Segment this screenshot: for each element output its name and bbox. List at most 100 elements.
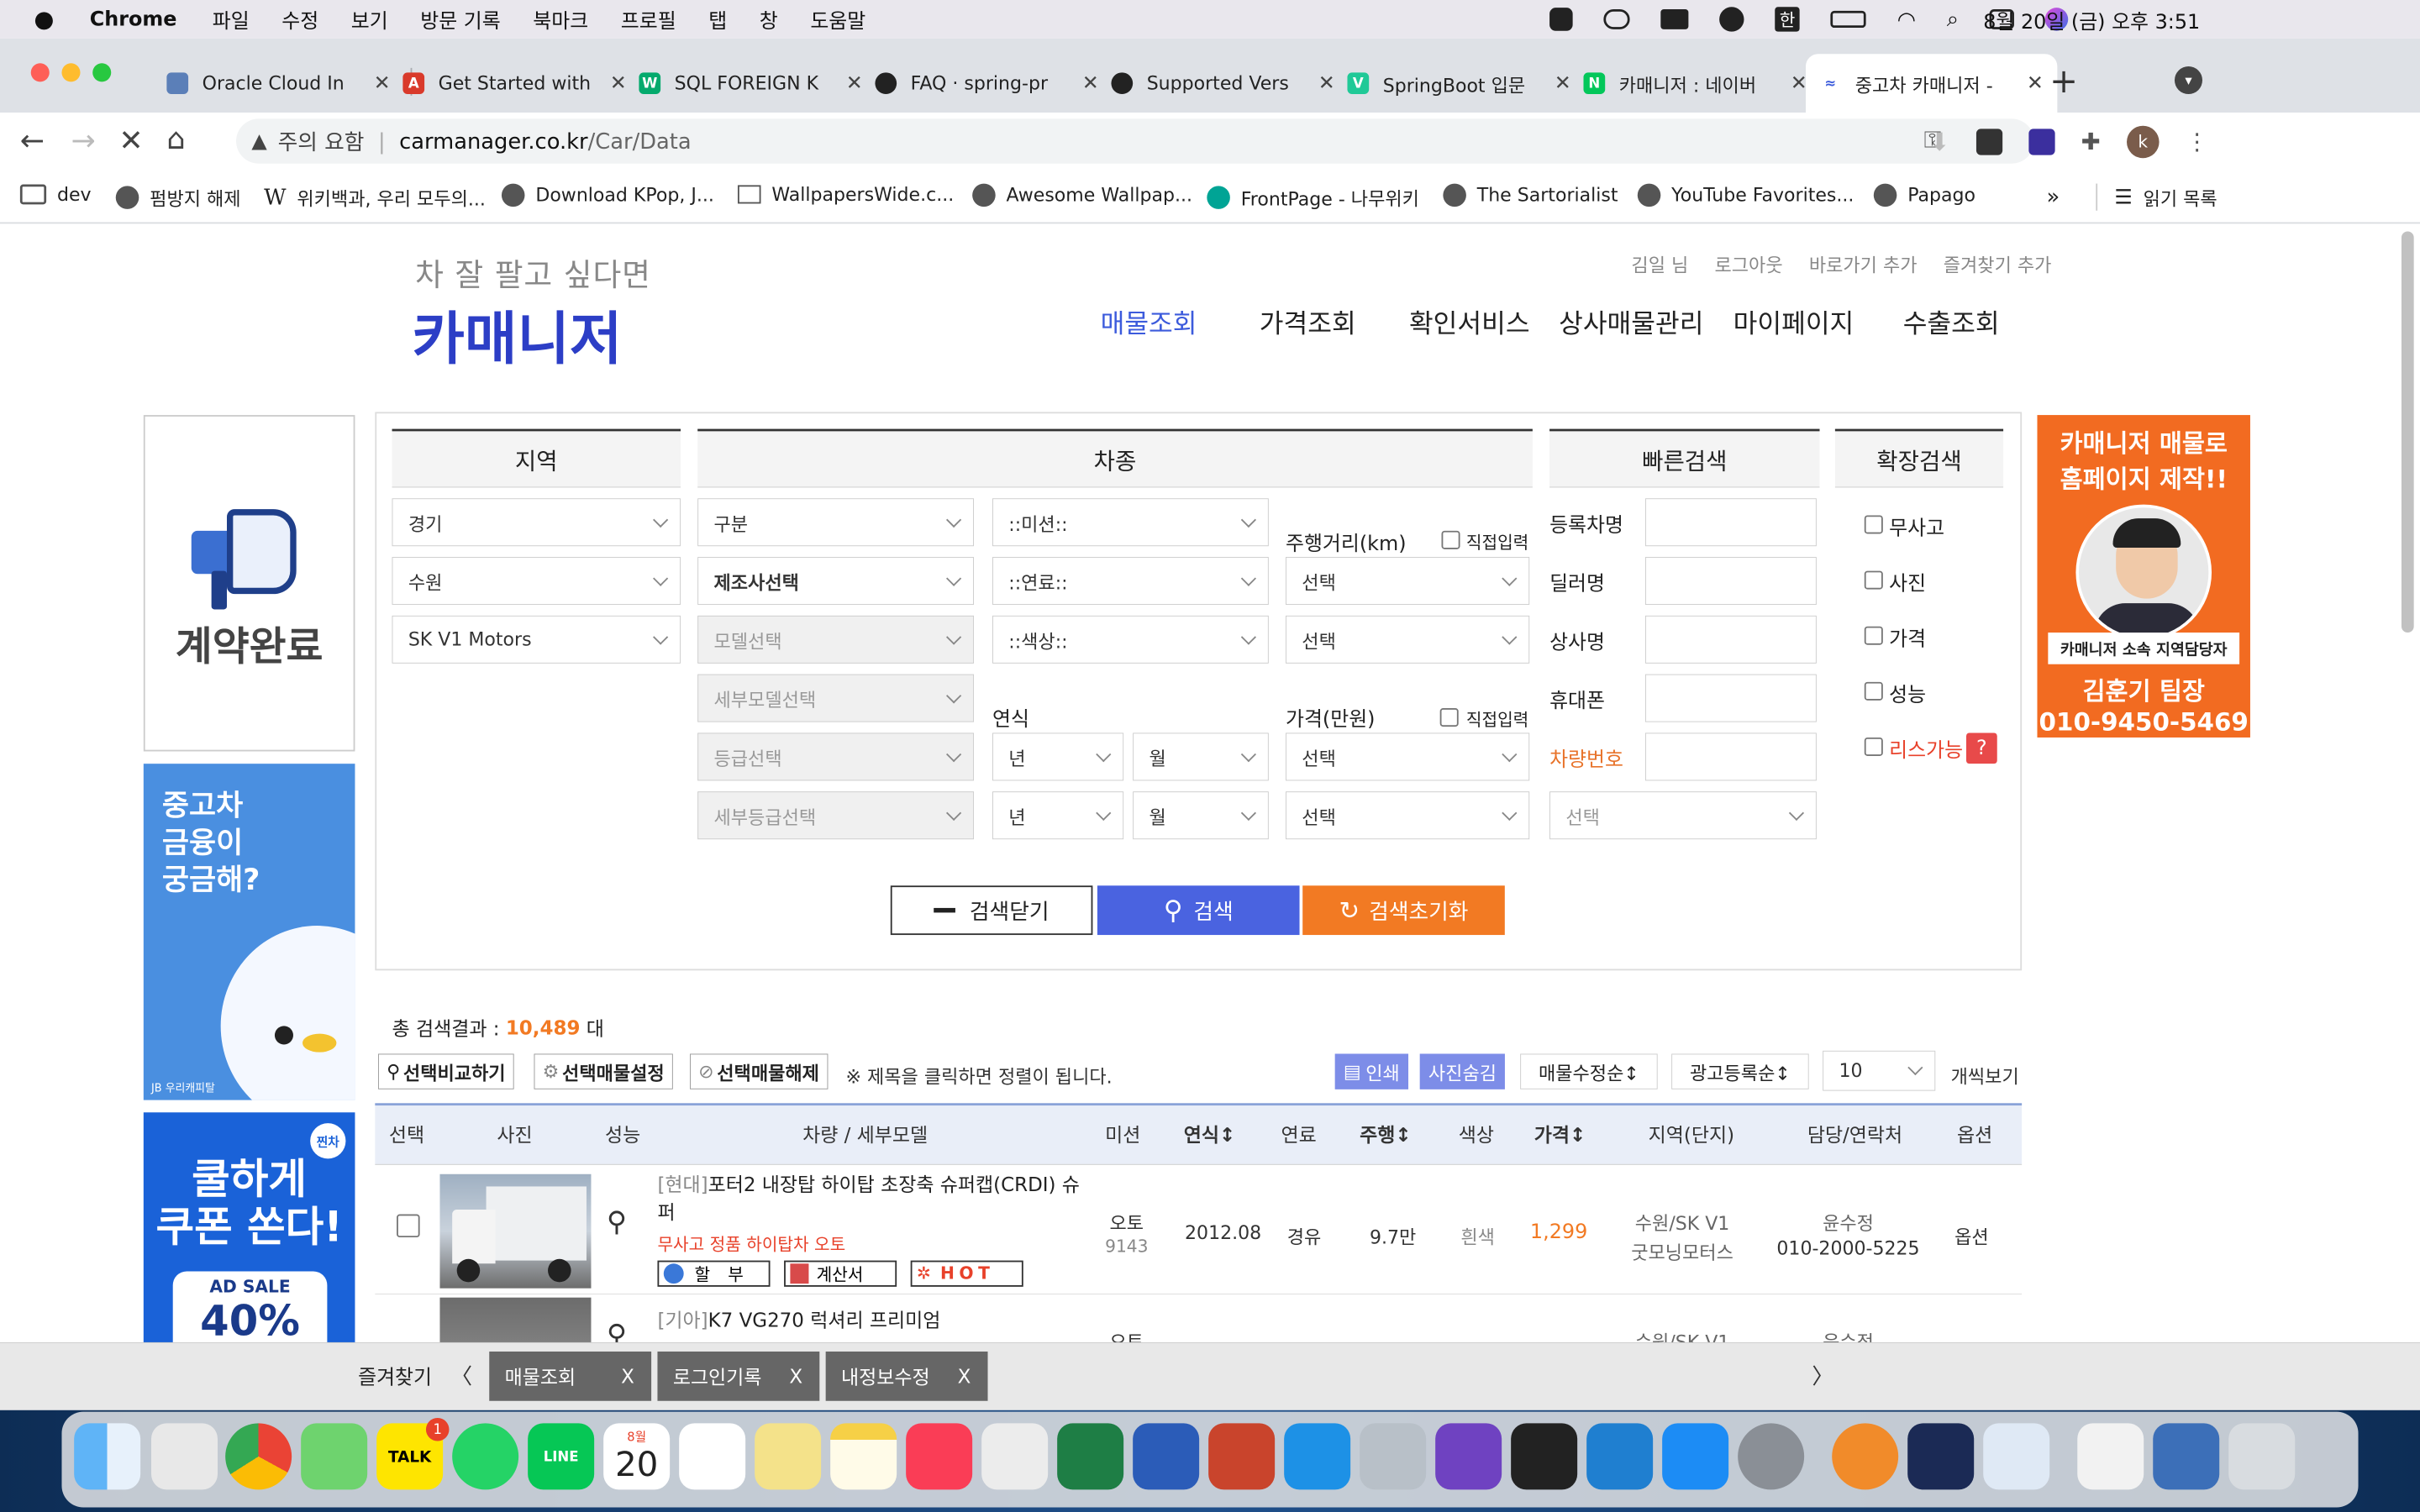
nav-dealer-listing[interactable]: 상사매물관리 [1559, 302, 1733, 340]
quick-car-name-input[interactable] [1644, 498, 1817, 547]
add-shortcut-link[interactable]: 바로가기 추가 [1809, 250, 1918, 277]
window-minimize-button[interactable] [61, 63, 81, 82]
col-price[interactable]: 가격↕ [1534, 1120, 1586, 1147]
terminal-icon[interactable] [1511, 1423, 1578, 1490]
print-button[interactable]: ▤ 인쇄 [1334, 1053, 1408, 1089]
extension-cap-icon[interactable] [2028, 129, 2055, 155]
add-favorite-link[interactable]: 즐겨찾기 추가 [1944, 250, 2052, 277]
reset-search-button[interactable]: ↻ 검색초기화 [1302, 885, 1505, 936]
docker-dock-icon[interactable] [1284, 1423, 1351, 1490]
sub-model-select[interactable]: 세부모델선택 [697, 674, 974, 722]
trash-icon[interactable] [2228, 1423, 2296, 1490]
forward-icon[interactable]: → [71, 123, 95, 157]
notes-icon[interactable] [830, 1423, 897, 1490]
menu-view[interactable]: 보기 [351, 5, 388, 34]
home-icon[interactable]: ⌂ [166, 122, 185, 155]
bookmark-item[interactable]: The Sartorialist [1443, 183, 1618, 207]
sort-modified-button[interactable]: 매물수정순↕ [1520, 1053, 1658, 1089]
bookmark-item[interactable]: FrontPage - 나무위키 [1207, 184, 1419, 211]
nav-price-search[interactable]: 가격조회 [1260, 302, 1409, 340]
tab-close-icon[interactable]: ✕ [1791, 71, 1807, 95]
tab-search-button[interactable]: ▾ [2174, 66, 2203, 95]
quick-plate-input[interactable] [1644, 732, 1817, 781]
profile-avatar[interactable]: k [2126, 125, 2160, 159]
menu-help[interactable]: 도움말 [810, 5, 865, 34]
browser-tab[interactable]: V SpringBoot 입문 ✕ [1334, 54, 1585, 113]
price-direct-checkbox[interactable] [1439, 708, 1459, 727]
menu-edit[interactable]: 수정 [281, 5, 318, 34]
bookmark-item[interactable]: YouTube Favorites... [1637, 183, 1854, 207]
apple-icon[interactable]: ● [34, 6, 54, 33]
region-city-select[interactable]: 수원 [392, 557, 681, 605]
menu-history[interactable]: 방문 기록 [420, 5, 500, 34]
extensions-puzzle-icon[interactable]: ✚ [2081, 129, 2101, 155]
lease-help-icon[interactable]: ? [1965, 732, 1997, 764]
favorites-next[interactable]: 〉 [1812, 1360, 1833, 1391]
car-title-cont[interactable]: 퍼 [657, 1201, 675, 1224]
tab-close-icon[interactable]: ✕ [610, 71, 627, 95]
car-title[interactable]: K7 VG270 럭셔리 프리미엄 [708, 1309, 941, 1331]
powerpoint-icon[interactable] [1208, 1423, 1276, 1490]
favorites-prev[interactable]: 〈 [450, 1360, 472, 1391]
transmission-select[interactable]: ::미션:: [992, 498, 1269, 547]
row-checkbox[interactable] [397, 1214, 420, 1238]
performance-checkbox[interactable] [1864, 681, 1883, 701]
price-checkbox[interactable] [1864, 626, 1883, 645]
tab-close-icon[interactable]: ✕ [846, 71, 863, 95]
quick-dealer-input[interactable] [1644, 557, 1817, 605]
wifi-icon[interactable]: ◠ [1897, 7, 1916, 32]
row-option[interactable]: 옵션 [1937, 1222, 2007, 1249]
launchpad-icon[interactable] [150, 1423, 218, 1490]
site-logo[interactable]: 카매니저 [412, 293, 622, 375]
bookmarks-overflow[interactable]: » [2047, 184, 2060, 209]
scrollbar-thumb[interactable] [2401, 231, 2414, 633]
compare-selected-button[interactable]: ⚲ 선택비교하기 [377, 1053, 514, 1089]
screenshot-icon[interactable] [981, 1423, 1049, 1490]
bookmark-item[interactable]: Download KPop, J... [501, 183, 714, 207]
line-icon[interactable]: LINE [528, 1423, 595, 1490]
fav-tab-listing[interactable]: 매물조회 X [489, 1351, 652, 1401]
hide-photo-button[interactable]: 사진숨김 [1419, 1053, 1506, 1089]
sub-grade-select[interactable]: 세부등급선택 [697, 791, 974, 840]
fuel-select[interactable]: ::연료:: [992, 557, 1269, 605]
app-name[interactable]: Chrome [90, 8, 177, 31]
system-preferences-icon[interactable] [1738, 1423, 1805, 1490]
messenger-icon[interactable] [1719, 7, 1744, 32]
chrome-icon[interactable] [225, 1423, 292, 1490]
year-to-select[interactable]: 년 [992, 791, 1124, 840]
menu-tab[interactable]: 탭 [708, 5, 727, 34]
mileage-to-select[interactable]: 선택 [1285, 615, 1530, 664]
browser-tab[interactable]: W SQL FOREIGN K ✕ [625, 54, 876, 113]
menu-profile[interactable]: 프로필 [621, 5, 676, 34]
instruments-icon[interactable] [1907, 1423, 1975, 1490]
nav-verify-service[interactable]: 확인서비스 [1409, 302, 1559, 340]
lease-checkbox[interactable] [1864, 737, 1883, 756]
spotlight-search-icon[interactable]: ⌕ [1947, 6, 1959, 32]
homepage-ad-banner[interactable]: 카매니저 매물로 홈페이지 제작!! 카매니저 소속 지역담당자 김훈기 팀장 … [2037, 415, 2250, 738]
set-selected-button[interactable]: ⚙ 선택매물설정 [534, 1053, 673, 1089]
unset-selected-button[interactable]: ⊘ 선택매물해제 [690, 1053, 829, 1089]
docker-icon[interactable] [1660, 9, 1689, 29]
photo-checkbox[interactable] [1864, 570, 1883, 590]
app-store-icon[interactable] [1662, 1423, 1729, 1490]
col-vehicle[interactable]: 차량 / 세부모델 [802, 1120, 928, 1147]
vscode-icon[interactable] [1586, 1423, 1654, 1490]
quick-company-input[interactable] [1644, 615, 1817, 664]
sort-ad-registered-button[interactable]: 광고등록순↕ [1671, 1053, 1809, 1089]
tab-close-icon[interactable]: ✕ [1082, 71, 1099, 95]
reading-list-button[interactable]: ☰ 읽기 목록 [2096, 183, 2217, 211]
menubar-clock[interactable]: 8월 20일 (금) 오후 3:51 [1983, 6, 2200, 34]
tab-close-icon[interactable]: ✕ [1555, 71, 1571, 95]
bookmark-folder-dev[interactable]: dev [19, 184, 92, 205]
reminders-icon[interactable] [679, 1423, 746, 1490]
bookmark-item[interactable]: W 위키백과, 우리 모두의... [264, 184, 486, 211]
nav-export-search[interactable]: 수출조회 [1903, 302, 2000, 340]
manufacturer-select[interactable]: 제조사선택 [697, 557, 974, 605]
car-title[interactable]: 포터2 내장탑 하이탑 초장축 슈퍼캡(CRDI) 슈 [708, 1173, 1080, 1196]
close-icon[interactable]: X [958, 1365, 971, 1388]
menu-bookmarks[interactable]: 북마크 [533, 5, 588, 34]
nav-mypage[interactable]: 마이페이지 [1733, 302, 1903, 340]
month-to-select[interactable]: 월 [1133, 791, 1269, 840]
car-photo[interactable] [439, 1173, 592, 1289]
tab-close-icon[interactable]: ✕ [374, 71, 391, 95]
